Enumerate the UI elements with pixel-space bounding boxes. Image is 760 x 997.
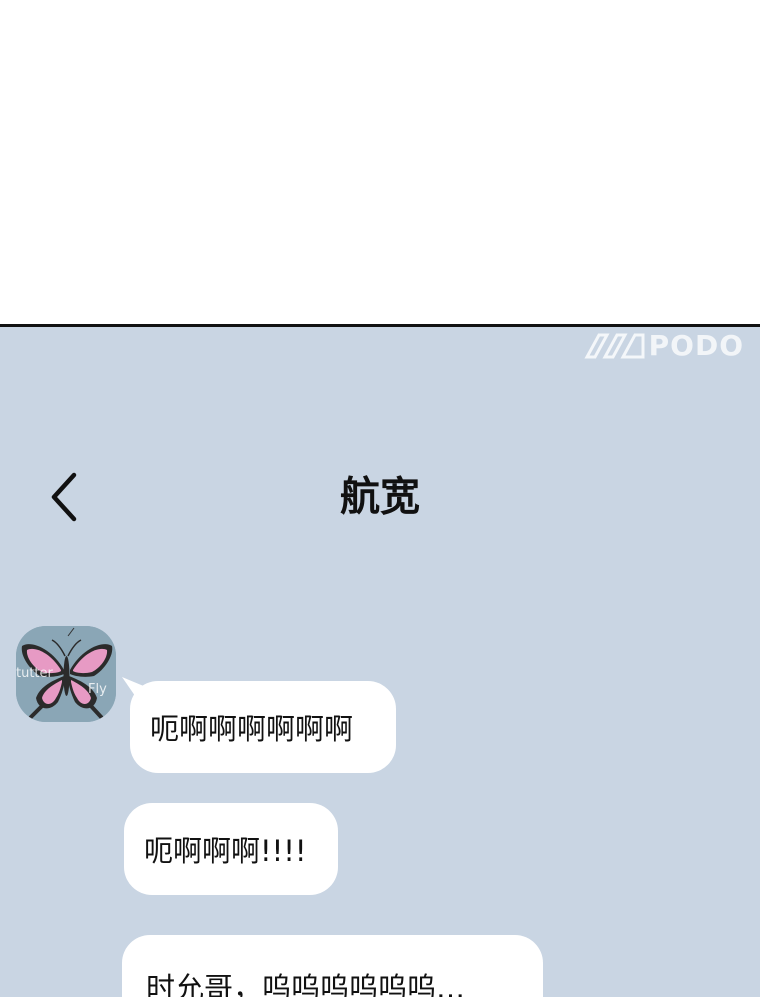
message-bubble[interactable]: 时允哥，呜呜呜呜呜呜… [122, 935, 543, 997]
avatar-text-right: Fly [88, 682, 107, 697]
podo-logo-icon [584, 333, 645, 358]
message-text: 呃啊啊啊啊啊啊 [150, 712, 354, 746]
message-bubble[interactable]: 呃啊啊啊!!!! [124, 803, 338, 895]
contact-avatar[interactable]: tutter Fly [16, 626, 116, 722]
avatar-text-left: tutter [16, 666, 53, 681]
chat-screen: PODO 航宽 tutter Fly 呃啊啊啊啊啊啊 呃啊啊啊!!!! 时允哥，… [0, 324, 760, 997]
message-text: 呃啊啊啊!!!! [144, 834, 307, 868]
watermark-text: PODO [648, 329, 744, 362]
blank-panel-area [0, 0, 760, 324]
chat-title: 航宽 [340, 474, 420, 520]
message-text: 时允哥，呜呜呜呜呜呜… [146, 971, 466, 997]
podo-watermark: PODO [583, 329, 744, 362]
message-bubble[interactable]: 呃啊啊啊啊啊啊 [130, 681, 396, 773]
